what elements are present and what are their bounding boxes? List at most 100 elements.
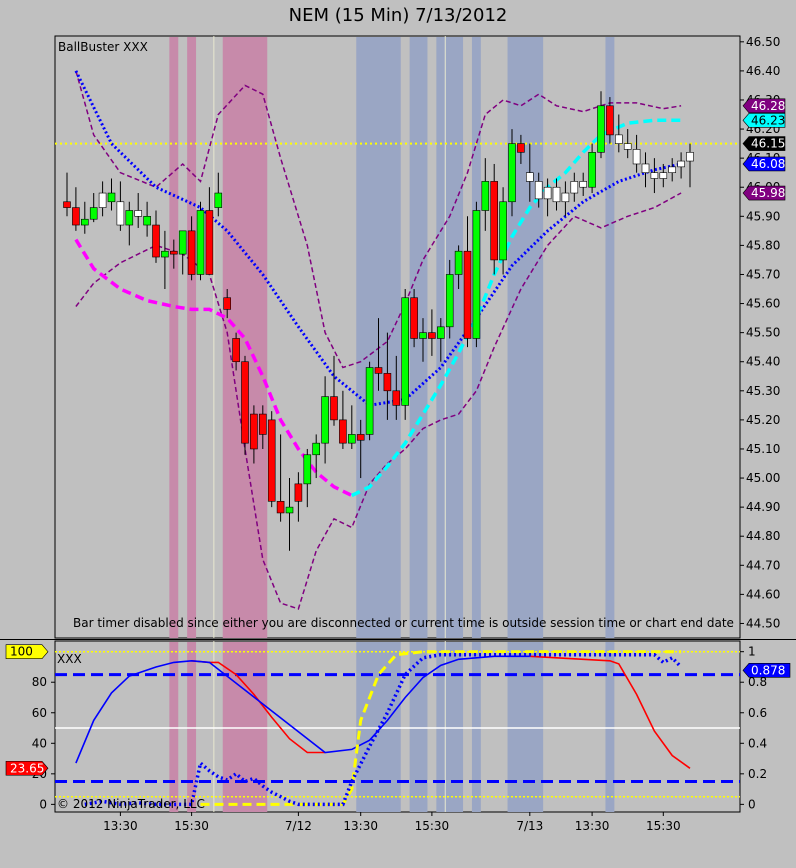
candle-body	[392, 390, 401, 406]
candle-body	[588, 152, 596, 188]
x-tick-label: 15:30	[174, 819, 209, 833]
candle-body	[161, 250, 169, 258]
candle-body	[276, 501, 285, 514]
osc-right-badge-value: 0.878	[751, 663, 785, 677]
candle-body	[445, 274, 454, 328]
candle-body	[72, 207, 80, 226]
price-badge-value: 45.98	[751, 186, 785, 200]
candle-body	[107, 192, 116, 203]
price-tick-label: 44.50	[746, 616, 780, 630]
price-badge: 46.08	[742, 156, 785, 172]
candle-body	[214, 192, 223, 208]
price-tick-label: 46.40	[746, 64, 780, 78]
candle-body	[659, 172, 668, 179]
shaded-region-osc	[436, 642, 464, 812]
candle	[241, 355, 249, 455]
x-tick-label: 13:30	[343, 819, 378, 833]
candle-body	[170, 250, 178, 255]
shaded-region-osc	[507, 642, 544, 812]
candle-body	[178, 230, 187, 255]
candle-body	[641, 163, 650, 173]
candle-body	[543, 186, 552, 200]
candle-body	[205, 210, 214, 275]
osc-left-badge-value: 100	[10, 645, 33, 659]
osc-left-tick-label: 60	[32, 706, 47, 720]
candle-body	[436, 326, 445, 339]
osc-label: XXX	[57, 652, 82, 666]
candle-body	[250, 413, 258, 450]
price-tick-label: 45.50	[746, 326, 780, 340]
candle	[401, 289, 410, 420]
candle-body	[508, 143, 516, 203]
chart-svg[interactable]: 46.5046.4046.3046.2046.1046.0045.9045.80…	[0, 0, 796, 868]
osc-right-tick-label: 0.6	[748, 706, 767, 720]
shaded-region	[507, 37, 544, 638]
candle-body	[606, 105, 614, 136]
price-tick-label: 45.60	[746, 297, 780, 311]
candle-body	[347, 434, 356, 444]
indicator-label: BallBuster XXX	[58, 40, 148, 54]
candle-body	[686, 152, 694, 162]
shaded-region-osc	[222, 642, 268, 812]
price-tick-label: 44.90	[746, 500, 780, 514]
candle-body	[454, 250, 463, 275]
osc-left-tick-label: 80	[32, 675, 47, 689]
candle-body	[401, 297, 410, 406]
shaded-region	[169, 37, 179, 638]
candle-body	[481, 181, 490, 211]
price-tick-label: 45.80	[746, 238, 780, 252]
candle	[196, 201, 205, 281]
candle-body	[125, 210, 134, 226]
price-tick-label: 44.80	[746, 529, 780, 543]
candle-body	[312, 442, 321, 456]
price-tick-label: 45.40	[746, 355, 780, 369]
candle-body	[152, 224, 160, 258]
candle-body	[428, 332, 436, 339]
shaded-region	[187, 37, 197, 638]
candle-body	[339, 419, 347, 444]
price-badge-value: 46.28	[751, 99, 785, 113]
candle	[267, 411, 276, 508]
shaded-region-osc	[169, 642, 179, 812]
candle-body	[134, 210, 142, 217]
price-tick-label: 45.90	[746, 209, 780, 223]
price-badge: 46.28	[742, 98, 785, 114]
candle-body	[410, 297, 418, 339]
price-tick-label: 45.20	[746, 413, 780, 427]
osc-left-tick-label: 40	[32, 736, 47, 750]
candle-body	[552, 186, 561, 203]
candle-body	[614, 134, 623, 144]
candle-body	[143, 216, 151, 226]
price-badge-value: 46.23	[751, 113, 785, 127]
price-badge: 46.15	[742, 136, 785, 151]
candle-body	[241, 361, 249, 444]
candle-body	[579, 181, 588, 188]
candle-body	[81, 218, 89, 226]
candle-body	[303, 454, 312, 485]
candle-body	[232, 338, 240, 363]
x-tick-label: 13:30	[575, 819, 610, 833]
osc-right-tick-label: 0.2	[748, 767, 767, 781]
candle	[472, 201, 481, 348]
price-tick-label: 45.70	[746, 267, 780, 281]
candle-body	[472, 210, 481, 339]
candle-body	[597, 105, 605, 153]
osc-right-tick-label: 0	[748, 797, 756, 811]
candle-body	[285, 506, 294, 514]
candle	[365, 361, 374, 441]
candle-body	[632, 149, 641, 165]
price-badge-value: 46.15	[751, 137, 785, 151]
candle-body	[223, 297, 231, 310]
candle-body	[267, 419, 276, 502]
price-tick-label: 44.60	[746, 587, 780, 601]
candle-body	[490, 181, 499, 261]
osc-left-badge: 23.65	[5, 760, 49, 776]
osc-left-tick-label: 0	[39, 797, 47, 811]
candle-body	[374, 367, 383, 374]
candle-body	[258, 413, 267, 435]
candle	[410, 289, 418, 348]
x-tick-label: 7/13	[516, 819, 543, 833]
candle-body	[196, 210, 205, 275]
shaded-region-osc	[471, 642, 481, 812]
candle-body	[668, 166, 677, 173]
